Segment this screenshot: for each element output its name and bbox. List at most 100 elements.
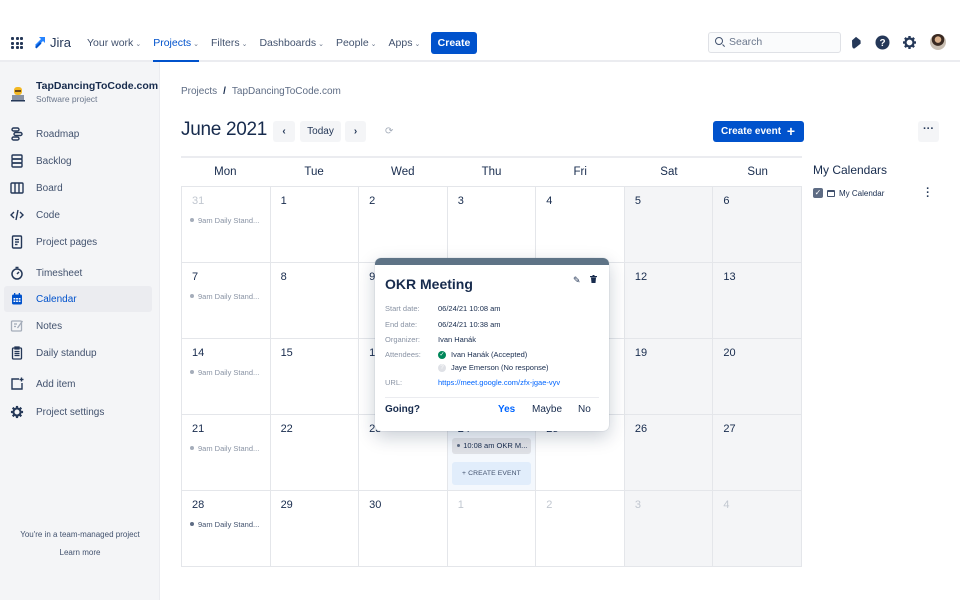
rsvp-no-button[interactable]: No (578, 404, 591, 415)
calendar-day-cell[interactable]: 4 (536, 187, 625, 263)
help-icon[interactable]: ? (875, 35, 890, 50)
calendar-day-cell[interactable]: 5 (624, 187, 714, 263)
calendar-day-cell[interactable]: 31 9am Daily Stand... (182, 187, 271, 263)
edit-pencil-icon[interactable]: ✎ (573, 275, 581, 286)
event-label: 9am Daily Stand... (198, 368, 260, 377)
rsvp-yes-button[interactable]: Yes (498, 404, 515, 415)
inline-create-event-button[interactable]: + CREATE EVENT (451, 462, 532, 485)
day-number: 3 (634, 499, 641, 511)
calendar-day-cell[interactable]: 26 (624, 415, 714, 491)
calendar-day-cell[interactable]: 7 9am Daily Stand... (182, 263, 271, 339)
chevron-down-icon: ⌄ (241, 41, 248, 48)
calendar-day-cell[interactable]: 14 9am Daily Stand... (182, 339, 271, 415)
create-event-label: Create event (721, 126, 782, 137)
delete-trash-icon[interactable] (590, 275, 597, 283)
calendar-event[interactable]: 9am Daily Stand... (190, 292, 259, 301)
sidebar-item-backlog[interactable]: Backlog (4, 148, 152, 174)
end-date-row: End date: 06/24/21 10:38 am (385, 320, 501, 329)
calendar-day-cell[interactable]: 19 (624, 339, 714, 415)
sidebar-item-project-settings[interactable]: Project settings (4, 399, 152, 425)
nav-label: Filters (211, 37, 240, 49)
calendar-day-cell[interactable]: 20 (713, 339, 802, 415)
calendar-options-icon[interactable]: · · · (925, 184, 931, 203)
no-response-icon: ? (438, 363, 446, 372)
calendar-day-cell[interactable]: 1 (447, 491, 537, 567)
calendar-day-cell[interactable]: 29 (270, 491, 360, 567)
next-month-button[interactable]: › (345, 121, 366, 142)
more-options-button[interactable]: ··· (918, 121, 939, 142)
calendar-day-cell[interactable]: 3 (624, 491, 714, 567)
refresh-icon[interactable]: ⟳ (385, 126, 395, 137)
calendar-day-cell[interactable]: 27 (713, 415, 802, 491)
notifications-bell-icon[interactable] (849, 35, 864, 50)
calendar-day-cell[interactable]: 15 (270, 339, 360, 415)
nav-projects[interactable]: Projects ⌄ (153, 32, 205, 62)
going-label: Going? (385, 404, 420, 415)
breadcrumb-project[interactable]: TapDancingToCode.com (232, 86, 341, 97)
sidebar-item-code[interactable]: Code (4, 202, 152, 228)
calendar-day-cell[interactable]: 6 (713, 187, 802, 263)
calendar-day-cell[interactable]: 13 (713, 263, 802, 339)
calendar-day-cell[interactable]: 1 (270, 187, 360, 263)
board-icon (10, 181, 24, 195)
create-button[interactable]: Create (431, 32, 477, 54)
nav-filters[interactable]: Filters ⌄ (211, 32, 253, 56)
rsvp-maybe-button[interactable]: Maybe (532, 404, 562, 415)
calendar-day-cell[interactable]: 2 (359, 187, 448, 263)
app-switcher-icon[interactable] (11, 37, 23, 49)
calendar-list-item[interactable]: ✓ My Calendar (813, 188, 884, 198)
calendar-event[interactable]: 9am Daily Stand... (190, 368, 259, 377)
settings-gear-icon[interactable] (902, 35, 917, 50)
calendar-day-cell[interactable]: 22 (270, 415, 360, 491)
user-avatar[interactable] (930, 34, 946, 50)
sidebar-item-timesheet[interactable]: Timesheet (4, 260, 152, 286)
calendar-day-cell[interactable]: 4 (713, 491, 802, 567)
sidebar-item-calendar[interactable]: Calendar (4, 286, 152, 312)
calendar-day-cell[interactable]: 21 9am Daily Stand... (182, 415, 271, 491)
prev-month-button[interactable]: ‹ (273, 121, 295, 142)
day-number: 26 (634, 423, 648, 435)
sidebar-item-daily-standup[interactable]: Daily standup (4, 340, 152, 366)
sidebar-item-add-item[interactable]: Add item (4, 371, 152, 397)
calendar-checkbox[interactable]: ✓ (813, 188, 823, 198)
sidebar-label: Roadmap (36, 128, 80, 140)
breadcrumb-projects[interactable]: Projects (181, 86, 217, 97)
stopwatch-icon (10, 266, 24, 280)
weekday-label: Tue (304, 166, 324, 178)
field-label: End date: (385, 320, 418, 329)
attendee: ✓ Ivan Hanák (Accepted) (438, 350, 549, 359)
calendar-day-cell[interactable]: 8 (270, 263, 360, 339)
day-number: 12 (634, 271, 648, 283)
sidebar-item-notes[interactable]: Notes (4, 313, 152, 339)
chevron-left-icon: ‹ (282, 126, 286, 137)
calendar-day-cell[interactable]: 3 (447, 187, 537, 263)
sidebar-item-roadmap[interactable]: Roadmap (4, 121, 152, 147)
nav-people[interactable]: People ⌄ (336, 32, 383, 56)
calendar-event[interactable]: 9am Daily Stand... (190, 216, 259, 225)
search-placeholder: Search (729, 36, 763, 48)
calendar-event[interactable]: 9am Daily Stand... (190, 520, 259, 529)
chevron-down-icon: ⌄ (193, 41, 199, 48)
calendar-day-cell[interactable]: 12 (624, 263, 714, 339)
learn-more-link[interactable]: Learn more (0, 548, 160, 557)
today-button[interactable]: Today (300, 121, 341, 142)
calendar-day-cell[interactable]: 28 9am Daily Stand... (182, 491, 271, 567)
project-header[interactable]: TapDancingToCode.com Software project (10, 80, 158, 104)
calendar-event[interactable]: 9am Daily Stand... (190, 444, 259, 453)
nav-apps[interactable]: Apps ⌄ (389, 32, 427, 56)
create-event-button[interactable]: Create event + (713, 121, 804, 142)
sidebar-item-board[interactable]: Board (4, 175, 152, 201)
field-label: Organizer: (385, 335, 421, 344)
day-number: 8 (280, 271, 287, 283)
meeting-url-link[interactable]: https://meet.google.com/zfx-jgae-vyv (438, 378, 560, 387)
event-label: 9am Daily Stand... (198, 292, 260, 301)
search-input[interactable]: Search (708, 32, 841, 53)
calendar-day-cell[interactable]: 2 (536, 491, 625, 567)
jira-logo[interactable]: Jira (32, 35, 71, 50)
calendar-day-cell[interactable]: 30 (359, 491, 448, 567)
day-number: 2 (546, 499, 553, 511)
nav-your-work[interactable]: Your work ⌄ (87, 32, 147, 56)
selected-calendar-event[interactable]: 10:08 am OKR M... (451, 438, 532, 454)
sidebar-item-project-pages[interactable]: Project pages (4, 229, 152, 255)
nav-dashboards[interactable]: Dashboards ⌄ (259, 32, 330, 56)
